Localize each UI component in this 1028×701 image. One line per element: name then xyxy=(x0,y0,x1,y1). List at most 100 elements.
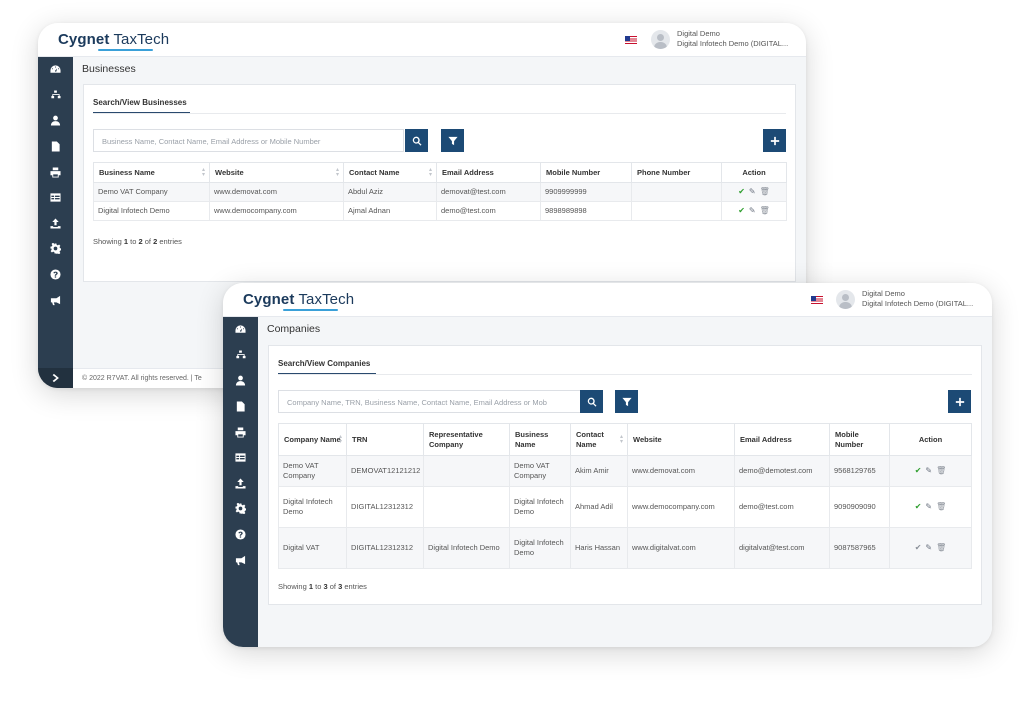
edit-icon[interactable]: ✎ xyxy=(925,543,932,553)
search-input[interactable]: Business Name, Contact Name, Email Addre… xyxy=(93,129,404,152)
column-header-website[interactable]: Website xyxy=(627,423,735,456)
filter-button[interactable] xyxy=(441,129,464,152)
add-business-button[interactable] xyxy=(763,129,786,152)
column-header-business-name[interactable]: Business Name xyxy=(509,423,571,456)
column-header-mobile[interactable]: Mobile Number xyxy=(829,423,890,456)
table-row[interactable]: Digital Infotech Demo DIGITAL12312312 Di… xyxy=(278,486,972,528)
cell-email: demo@test.com xyxy=(734,486,830,528)
column-header-trn[interactable]: TRN xyxy=(346,423,424,456)
edit-icon[interactable]: ✎ xyxy=(749,206,756,216)
approve-icon[interactable]: ✔ xyxy=(915,543,922,553)
companies-window: Cygnet TaxTech Digital Demo Digital Info… xyxy=(223,283,992,647)
top-bar: Cygnet TaxTech Digital Demo Digital Info… xyxy=(38,23,806,57)
edit-icon[interactable]: ✎ xyxy=(749,187,756,197)
filter-button[interactable] xyxy=(615,390,638,413)
us-flag-icon[interactable] xyxy=(625,36,637,44)
add-company-button[interactable] xyxy=(948,390,971,413)
showing-suffix: entries xyxy=(344,582,367,591)
approve-icon[interactable]: ✔ xyxy=(915,466,922,476)
column-header-phone[interactable]: Phone Number xyxy=(631,162,722,183)
sidebar-item-settings[interactable] xyxy=(223,496,258,522)
table-row[interactable]: Digital VAT DIGITAL12312312 Digital Info… xyxy=(278,527,972,569)
delete-icon[interactable]: 🗑 xyxy=(760,206,770,216)
sidebar-item-reports[interactable] xyxy=(38,185,73,211)
avatar[interactable] xyxy=(651,30,670,49)
sidebar-item-reports[interactable] xyxy=(223,445,258,471)
approve-icon[interactable]: ✔ xyxy=(738,206,745,216)
sidebar-item-settings[interactable] xyxy=(38,236,73,262)
column-header-mobile[interactable]: Mobile Number xyxy=(540,162,632,183)
sidebar-item-print[interactable] xyxy=(223,419,258,445)
sidebar-item-organization[interactable] xyxy=(223,343,258,369)
delete-icon[interactable]: 🗑 xyxy=(936,502,946,512)
user-icon xyxy=(235,376,246,387)
plus-icon xyxy=(770,136,779,145)
table-row[interactable]: Demo VAT Company www.demovat.com Abdul A… xyxy=(93,182,787,202)
delete-icon[interactable]: 🗑 xyxy=(760,187,770,197)
search-button[interactable] xyxy=(405,129,428,152)
column-header-business-name[interactable]: Business Name ▴ ▾ xyxy=(93,162,210,183)
column-header-email[interactable]: Email Address xyxy=(734,423,830,456)
logo-text-product: TaxTech xyxy=(113,31,170,48)
table-row[interactable]: Demo VAT Company DEMOVAT12121212 Demo VA… xyxy=(278,455,972,487)
sort-icon: ▴ ▾ xyxy=(201,166,205,178)
app-logo[interactable]: Cygnet TaxTech xyxy=(243,291,354,308)
sidebar-item-dashboard[interactable] xyxy=(38,57,73,83)
column-header-representative-company[interactable]: Representative Company xyxy=(423,423,510,456)
tab-search-view-companies[interactable]: Search/View Companies xyxy=(278,359,370,368)
showing-prefix: Showing xyxy=(93,237,122,246)
header-label: Website xyxy=(215,167,244,177)
sidebar-item-help[interactable] xyxy=(38,262,73,288)
search-input[interactable]: Company Name, TRN, Business Name, Contac… xyxy=(278,390,581,413)
cell-trn: DIGITAL12312312 xyxy=(346,486,424,528)
column-header-website[interactable]: Website ▴ ▾ xyxy=(209,162,344,183)
delete-icon[interactable]: 🗑 xyxy=(936,543,946,553)
search-button[interactable] xyxy=(580,390,603,413)
user-organization[interactable]: Digital Infotech Demo (DIGITAL... xyxy=(862,299,973,309)
sidebar-item-announcements[interactable] xyxy=(38,287,73,313)
sidebar-item-organization[interactable] xyxy=(38,83,73,109)
sidebar-item-announcements[interactable] xyxy=(223,547,258,573)
sidebar-item-upload[interactable] xyxy=(38,211,73,237)
sidebar-item-upload[interactable] xyxy=(223,471,258,497)
user-name[interactable]: Digital Demo xyxy=(677,29,720,39)
showing-to-word: to xyxy=(130,237,137,246)
help-icon xyxy=(50,269,61,280)
sidebar-item-users[interactable] xyxy=(38,108,73,134)
table-row[interactable]: Digital Infotech Demo www.democompany.co… xyxy=(93,201,787,221)
cell-mobile: 9909999999 xyxy=(540,182,632,202)
approve-icon[interactable]: ✔ xyxy=(915,502,922,512)
column-header-contact-name[interactable]: Contact Name ▴ ▾ xyxy=(343,162,437,183)
cell-website: www.democompany.com xyxy=(209,201,344,221)
sidebar-item-print[interactable] xyxy=(38,159,73,185)
sidebar-expand-toggle[interactable] xyxy=(38,368,73,388)
user-organization[interactable]: Digital Infotech Demo (DIGITAL... xyxy=(677,39,788,49)
sidebar-item-dashboard[interactable] xyxy=(223,317,258,343)
upload-icon xyxy=(235,478,246,489)
delete-icon[interactable]: 🗑 xyxy=(936,466,946,476)
page-title: Companies xyxy=(267,323,321,335)
user-name[interactable]: Digital Demo xyxy=(862,289,905,299)
tab-search-view-businesses[interactable]: Search/View Businesses xyxy=(93,98,187,107)
sidebar-item-users[interactable] xyxy=(223,368,258,394)
sidebar-item-returns[interactable] xyxy=(38,134,73,160)
edit-icon[interactable]: ✎ xyxy=(925,466,932,476)
column-header-contact-name[interactable]: Contact Name ▴ ▾ xyxy=(570,423,628,456)
approve-icon[interactable]: ✔ xyxy=(738,187,745,197)
us-flag-icon[interactable] xyxy=(811,296,823,304)
column-header-email[interactable]: Email Address xyxy=(436,162,541,183)
sidebar-item-help[interactable] xyxy=(223,522,258,548)
edit-icon[interactable]: ✎ xyxy=(925,502,932,512)
cell-actions: ✔ ✎ 🗑 xyxy=(889,527,972,569)
cell-company-name: Demo VAT Company xyxy=(278,455,347,487)
app-logo[interactable]: Cygnet TaxTech xyxy=(58,31,169,48)
cell-actions: ✔ ✎ 🗑 xyxy=(721,182,787,202)
sidebar-item-returns[interactable] xyxy=(223,394,258,420)
cell-company-name: Digital Infotech Demo xyxy=(278,486,347,528)
upload-icon xyxy=(50,218,61,229)
cell-phone xyxy=(631,182,722,202)
cell-business-name: Demo VAT Company xyxy=(93,182,210,202)
avatar[interactable] xyxy=(836,290,855,309)
showing-from: 1 xyxy=(123,237,129,246)
column-header-company-name[interactable]: Company Name ▴ ▾ xyxy=(278,423,347,456)
